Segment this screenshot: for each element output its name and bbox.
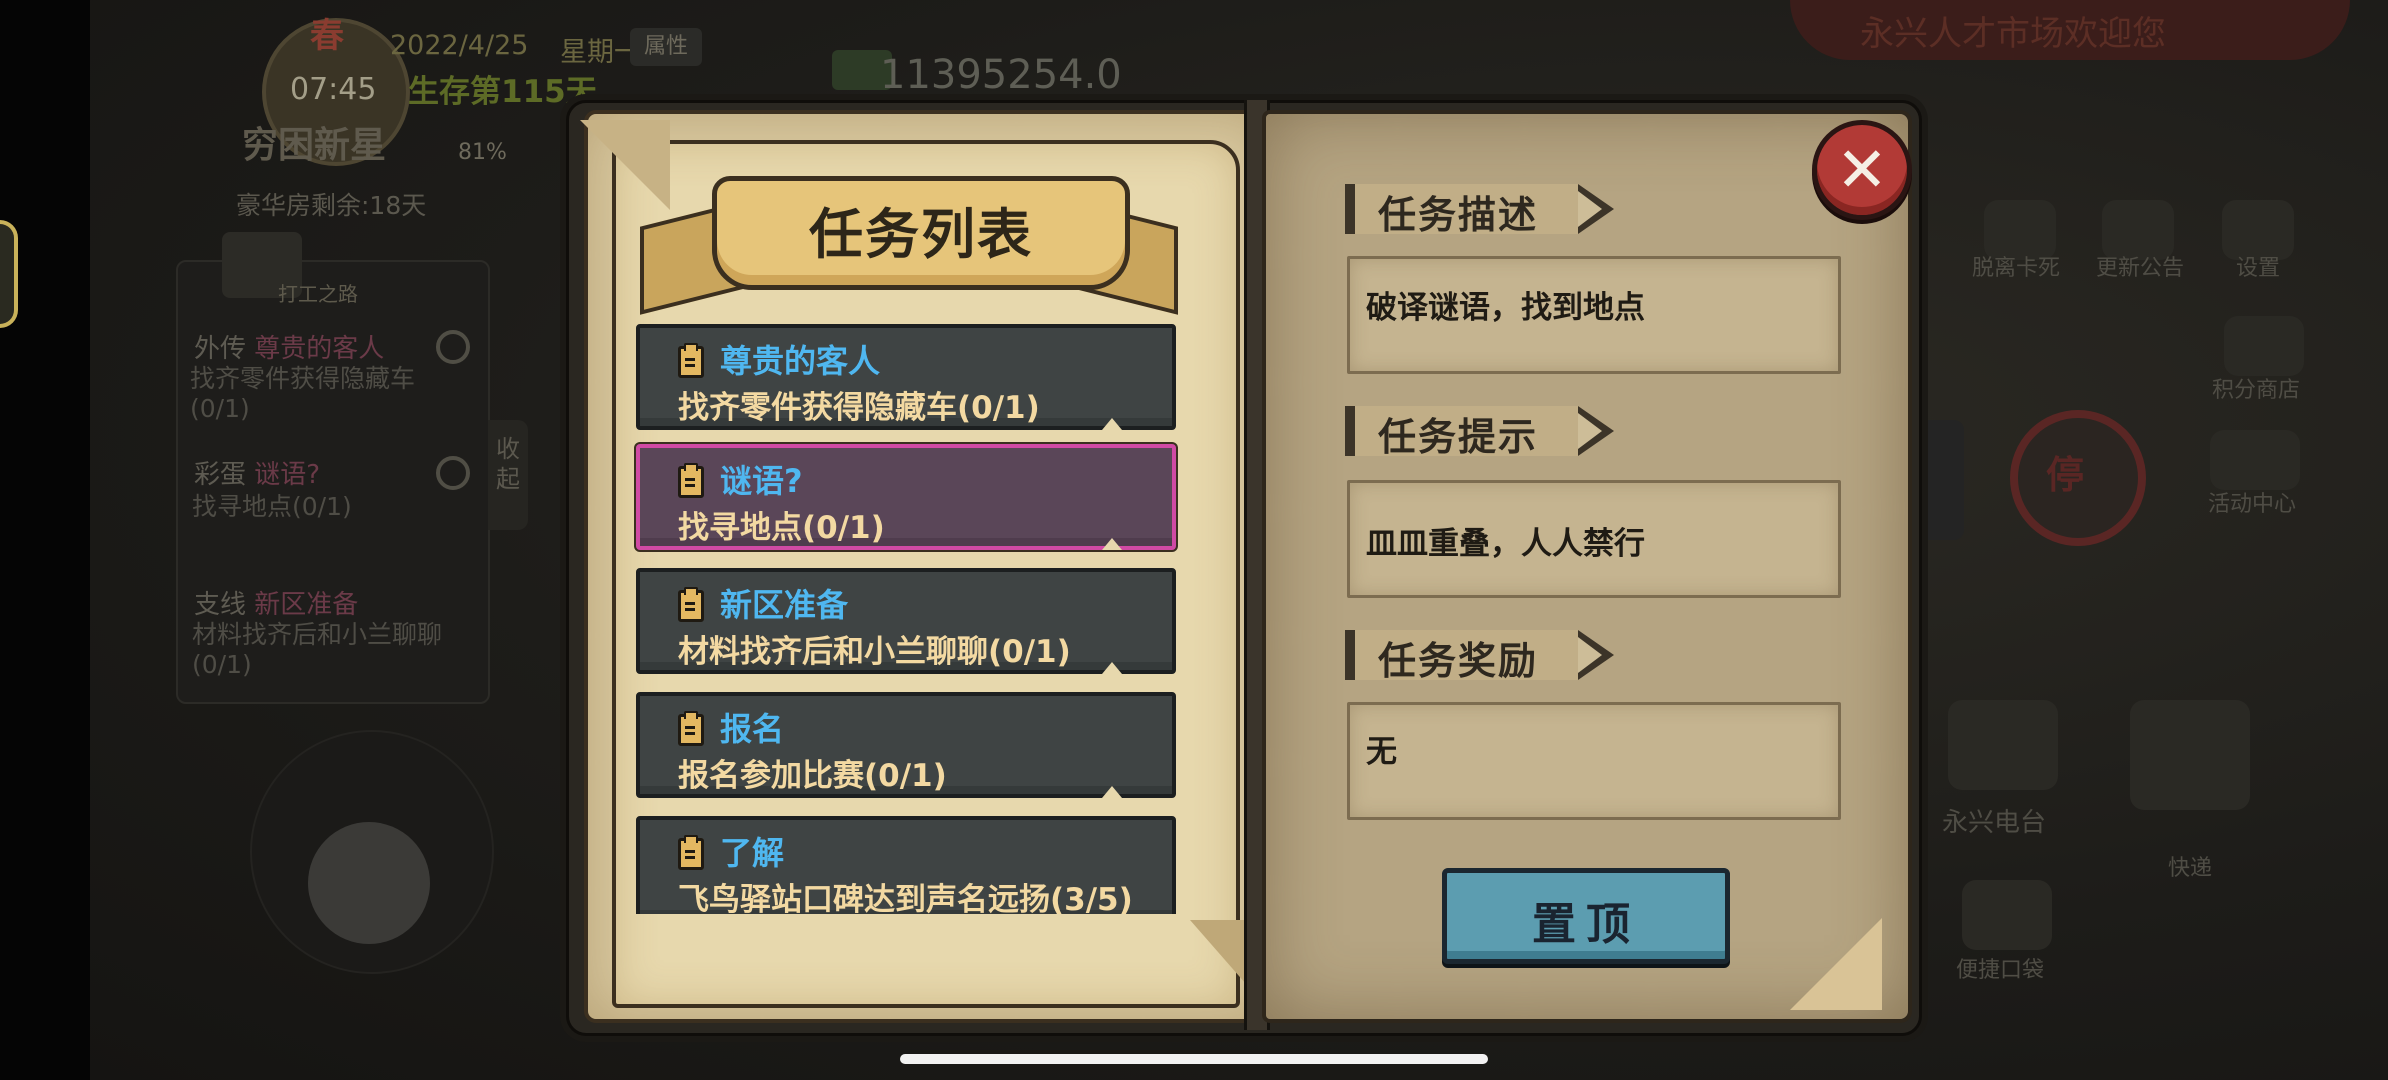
search-icon[interactable] xyxy=(436,330,470,364)
quest-progress: 材料找齐后和小兰聊聊(0/1) xyxy=(678,634,1071,670)
weekday-label: 星期一 xyxy=(560,37,641,68)
shop-label: 积分商店 xyxy=(2212,378,2301,403)
clipboard-icon xyxy=(678,463,704,498)
status-title-label: 穷困新星 xyxy=(242,125,387,166)
house-remaining-label: 豪华房剩余:18天 xyxy=(236,191,427,220)
date-label: 2022/4/25 xyxy=(390,30,529,61)
tracker-quest-1[interactable]: 外传 尊贵的客人 xyxy=(194,328,384,365)
tracker-quest-name: 新区准备 xyxy=(254,590,359,620)
left-expand-tab[interactable] xyxy=(0,220,18,328)
tracker-quest-desc: 找齐零件获得隐藏车(0/1) xyxy=(190,364,416,423)
item-notch xyxy=(1102,538,1122,550)
reward-text: 无 xyxy=(1366,734,1397,770)
quest-list[interactable]: 尊贵的客人 找齐零件获得隐藏车(0/1) 谜语? 找寻地点(0/1) 新区准备 … xyxy=(634,320,1186,914)
clipboard-icon xyxy=(678,835,704,870)
pin-button-label: 置顶 xyxy=(1532,899,1640,950)
clock-label: 07:45 xyxy=(290,72,377,107)
radio-icon[interactable] xyxy=(1948,700,2058,790)
traffic-light xyxy=(1920,420,1964,540)
package-icon[interactable] xyxy=(2130,700,2250,810)
quest-item[interactable]: 新区准备 材料找齐后和小兰聊聊(0/1) xyxy=(636,568,1176,674)
tracker-quest-prefix: 外传 xyxy=(194,334,247,364)
attribute-button[interactable]: 属性 xyxy=(630,28,702,66)
event-label: 活动中心 xyxy=(2208,492,2297,517)
quest-progress: 找寻地点(0/1) xyxy=(678,510,885,546)
quest-name: 谜语? xyxy=(720,462,803,500)
pocket-icon[interactable] xyxy=(1962,880,2052,950)
season-label: 春 xyxy=(310,16,344,56)
header-arrow xyxy=(1578,637,1602,673)
quest-item[interactable]: 尊贵的客人 找齐零件获得隐藏车(0/1) xyxy=(636,324,1176,430)
work-path-label: 打工之路 xyxy=(278,282,358,306)
quest-progress: 飞鸟驿站口碑达到声名远扬(3/5) xyxy=(678,882,1133,914)
description-text: 破译谜语，找到地点 xyxy=(1366,290,1645,326)
quest-item-selected[interactable]: 谜语? 找寻地点(0/1) xyxy=(636,444,1176,550)
reward-box xyxy=(1347,702,1841,820)
collapse-tracker-button[interactable]: 收起 xyxy=(488,420,528,530)
banner-text: 永兴人才市场欢迎您 xyxy=(1860,14,2166,54)
tracker-quest-prefix: 支线 xyxy=(194,590,247,620)
page-curl-decoration xyxy=(1790,918,1882,1010)
hint-header: 任务提示 xyxy=(1378,415,1539,459)
quest-name: 尊贵的客人 xyxy=(720,342,881,380)
sign-text: 停 xyxy=(2046,453,2085,497)
quest-list-title: 任务列表 xyxy=(809,203,1033,266)
page-curl-decoration xyxy=(580,120,670,210)
tracker-quest-desc: 找寻地点(0/1) xyxy=(192,492,352,521)
header-arrow xyxy=(1578,191,1602,227)
item-notch xyxy=(1102,418,1122,430)
joystick-knob[interactable] xyxy=(308,822,430,944)
quest-progress: 找齐零件获得隐藏车(0/1) xyxy=(678,390,1040,426)
header-arrow xyxy=(1578,413,1602,449)
quest-item[interactable]: 了解 飞鸟驿站口碑达到声名远扬(3/5) xyxy=(636,816,1176,914)
reward-header: 任务奖励 xyxy=(1378,639,1539,683)
tracker-quest-3[interactable]: 支线 新区准备 xyxy=(194,584,358,621)
tracker-quest-name: 尊贵的客人 xyxy=(254,334,385,364)
search-icon[interactable] xyxy=(436,456,470,490)
description-header: 任务描述 xyxy=(1378,193,1539,237)
quest-item[interactable]: 报名 报名参加比赛(0/1) xyxy=(636,692,1176,798)
shop-icon[interactable] xyxy=(2224,316,2304,376)
announcement-label: 更新公告 xyxy=(2096,256,2185,281)
radio-label: 永兴电台 xyxy=(1942,808,2047,838)
survival-days-label: 生存第115天 xyxy=(408,74,597,110)
event-icon[interactable] xyxy=(2210,430,2300,490)
clipboard-icon xyxy=(678,343,704,378)
quest-name: 了解 xyxy=(720,834,785,872)
clipboard-icon xyxy=(678,587,704,622)
tracker-quest-desc: 材料找齐后和小兰聊聊(0/1) xyxy=(192,620,443,679)
clipboard-icon xyxy=(678,711,704,746)
close-icon[interactable]: ✕ xyxy=(1812,124,1912,216)
tracker-quest-prefix: 彩蛋 xyxy=(194,460,247,490)
hint-text: 皿皿重叠，人人禁行 xyxy=(1366,526,1645,562)
quest-progress: 报名参加比赛(0/1) xyxy=(678,758,947,794)
home-indicator[interactable] xyxy=(900,1054,1488,1064)
package-label: 快递 xyxy=(2168,856,2213,881)
tracker-quest-2[interactable]: 彩蛋 谜语? xyxy=(194,454,320,491)
pocket-label: 便捷口袋 xyxy=(1956,958,2045,983)
settings-label: 设置 xyxy=(2236,256,2281,281)
quest-name: 报名 xyxy=(720,710,785,748)
item-notch xyxy=(1102,786,1122,798)
hunger-percent-label: 81% xyxy=(458,140,507,165)
screen-left-edge xyxy=(0,0,90,1080)
tracker-quest-name: 谜语? xyxy=(254,460,321,490)
item-notch xyxy=(1102,662,1122,674)
quest-name: 新区准备 xyxy=(720,586,849,624)
unstuck-label: 脱离卡死 xyxy=(1972,256,2061,281)
money-amount: 11395254.0 xyxy=(880,52,1122,98)
